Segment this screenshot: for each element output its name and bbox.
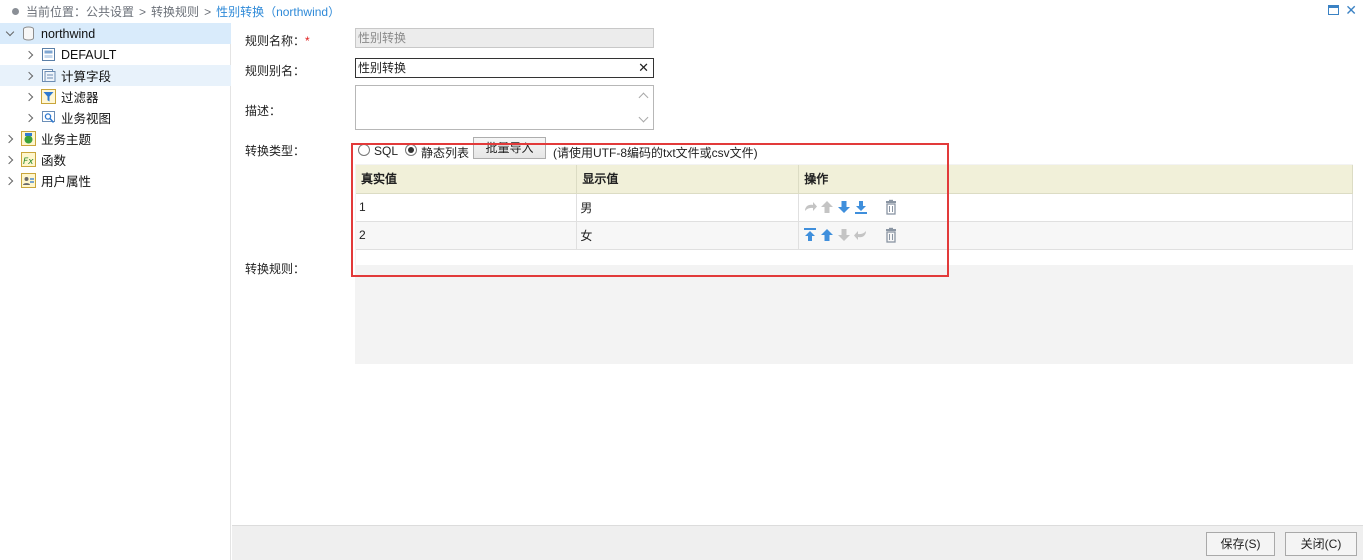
user-attribute-icon <box>21 173 36 188</box>
actions-cell <box>798 193 1353 222</box>
breadcrumb-prefix: 当前位置： <box>26 5 87 19</box>
tree-item-label: 过滤器 <box>61 91 99 105</box>
description-textarea[interactable] <box>355 85 654 130</box>
chevron-right-icon[interactable] <box>5 134 15 144</box>
breadcrumb-separator: > <box>204 4 212 19</box>
function-icon: Fx <box>21 152 36 167</box>
batch-import-button[interactable]: 批量导入 <box>473 137 546 159</box>
actions-cell <box>798 221 1353 250</box>
radio-sql-label[interactable]: SQL <box>374 144 398 158</box>
move-bottom-icon <box>853 227 869 243</box>
move-top-icon[interactable] <box>802 227 818 243</box>
column-header-display-value: 显示值 <box>576 165 800 194</box>
schema-icon <box>41 47 56 62</box>
move-down-icon <box>836 227 852 243</box>
real-value-cell[interactable]: 1 <box>356 193 578 222</box>
maximize-icon[interactable] <box>1328 5 1339 15</box>
column-header-real-value: 真实值 <box>356 165 578 194</box>
move-down-icon[interactable] <box>836 199 852 215</box>
tree-item-label: 计算字段 <box>61 70 112 84</box>
display-value-cell[interactable]: 男 <box>576 193 800 222</box>
database-icon <box>21 26 36 41</box>
rule-name-field: 性别转换 <box>355 28 654 48</box>
real-value-cell[interactable]: 2 <box>356 221 578 250</box>
table-row[interactable]: 1 男 <box>356 193 1353 222</box>
tree-item-label: northwind <box>41 26 96 41</box>
tree-item-business-topics[interactable]: 业务主题 <box>0 128 231 149</box>
rule-editor: 规则名称：* 性别转换 规则别名： 性别转换 ✕ 描述： 转换类型： SQL 静… <box>232 23 1363 525</box>
required-mark: * <box>305 34 310 48</box>
tree-item-business-views[interactable]: 业务视图 <box>0 107 231 128</box>
textarea-scrollbar[interactable] <box>636 86 653 129</box>
delete-icon[interactable] <box>883 199 899 215</box>
breadcrumb-separator: > <box>139 4 147 19</box>
tree-item-label: 业务视图 <box>61 112 112 126</box>
chevron-right-icon[interactable] <box>25 92 35 102</box>
delete-icon[interactable] <box>883 227 899 243</box>
radio-sql[interactable] <box>358 144 370 156</box>
breadcrumb-item-conversion-rules[interactable]: 转换规则 <box>151 3 199 20</box>
chevron-right-icon[interactable] <box>25 113 35 123</box>
chevron-down-icon[interactable] <box>5 29 15 39</box>
filter-icon <box>41 89 56 104</box>
tree-item-label: 业务主题 <box>41 133 92 147</box>
chevron-right-icon[interactable] <box>5 155 15 165</box>
scroll-down-icon[interactable] <box>638 112 649 123</box>
table-empty-row <box>356 249 1353 265</box>
close-button[interactable]: 关闭(C) <box>1285 532 1357 556</box>
computed-field-icon <box>41 68 56 83</box>
breadcrumb-current: 性别转换（northwind） <box>216 5 341 19</box>
move-bottom-icon[interactable] <box>853 199 869 215</box>
conversion-type-label: 转换类型： <box>245 144 306 158</box>
tree-item-northwind[interactable]: northwind <box>0 23 231 44</box>
move-top-icon <box>802 199 818 215</box>
tree-item-default[interactable]: DEFAULT <box>0 44 231 65</box>
breadcrumb-bar: 当前位置： 公共设置 > 转换规则 > 性别转换（northwind） ✕ <box>0 0 1363 23</box>
rule-alias-field[interactable]: 性别转换 ✕ <box>355 58 654 78</box>
rule-name-label: 规则名称：* <box>245 34 310 48</box>
footer-bar: 保存(S) 关闭(C) <box>232 525 1363 560</box>
close-icon[interactable]: ✕ <box>1345 2 1357 18</box>
chevron-right-icon[interactable] <box>5 176 15 186</box>
rule-alias-value: 性别转换 <box>358 61 407 75</box>
display-value-cell[interactable]: 女 <box>576 221 800 250</box>
tree-item-label: 用户属性 <box>41 175 92 189</box>
rule-table: 真实值 显示值 操作 1 男 2 女 <box>356 165 1353 265</box>
chevron-right-icon[interactable] <box>25 50 35 60</box>
import-hint: (请使用UTF-8编码的txt文件或csv文件) <box>553 146 758 160</box>
radio-static-list-label[interactable]: 静态列表 <box>421 144 469 161</box>
radio-static-list[interactable] <box>405 144 417 156</box>
chevron-right-icon[interactable] <box>25 71 35 81</box>
business-topic-icon <box>21 131 36 146</box>
column-header-actions: 操作 <box>798 165 1353 194</box>
move-up-icon[interactable] <box>819 227 835 243</box>
move-up-icon <box>819 199 835 215</box>
tree-item-filters[interactable]: 过滤器 <box>0 86 231 107</box>
table-header-row: 真实值 显示值 操作 <box>356 165 1353 194</box>
save-button[interactable]: 保存(S) <box>1206 532 1275 556</box>
clear-icon[interactable]: ✕ <box>638 59 649 77</box>
rule-alias-label: 规则别名： <box>245 64 306 78</box>
scroll-up-icon[interactable] <box>638 92 649 103</box>
breadcrumb-item-public-settings[interactable]: 公共设置 <box>86 3 134 20</box>
location-dot-icon <box>12 8 19 15</box>
svg-text:Fx: Fx <box>23 157 34 167</box>
table-row[interactable]: 2 女 <box>356 221 1353 250</box>
tree-item-user-attributes[interactable]: 用户属性 <box>0 170 231 191</box>
resource-tree: northwind DEFAULT 计算字段 过滤器 业务视图 业务主题 Fx … <box>0 23 231 560</box>
tree-item-computed-fields[interactable]: 计算字段 <box>0 65 231 86</box>
conversion-rule-label: 转换规则： <box>245 262 306 276</box>
tree-item-functions[interactable]: Fx 函数 <box>0 149 231 170</box>
tree-item-label: 函数 <box>41 154 67 168</box>
tree-item-label: DEFAULT <box>61 47 117 62</box>
business-view-icon <box>41 110 56 125</box>
description-label: 描述： <box>245 104 282 118</box>
